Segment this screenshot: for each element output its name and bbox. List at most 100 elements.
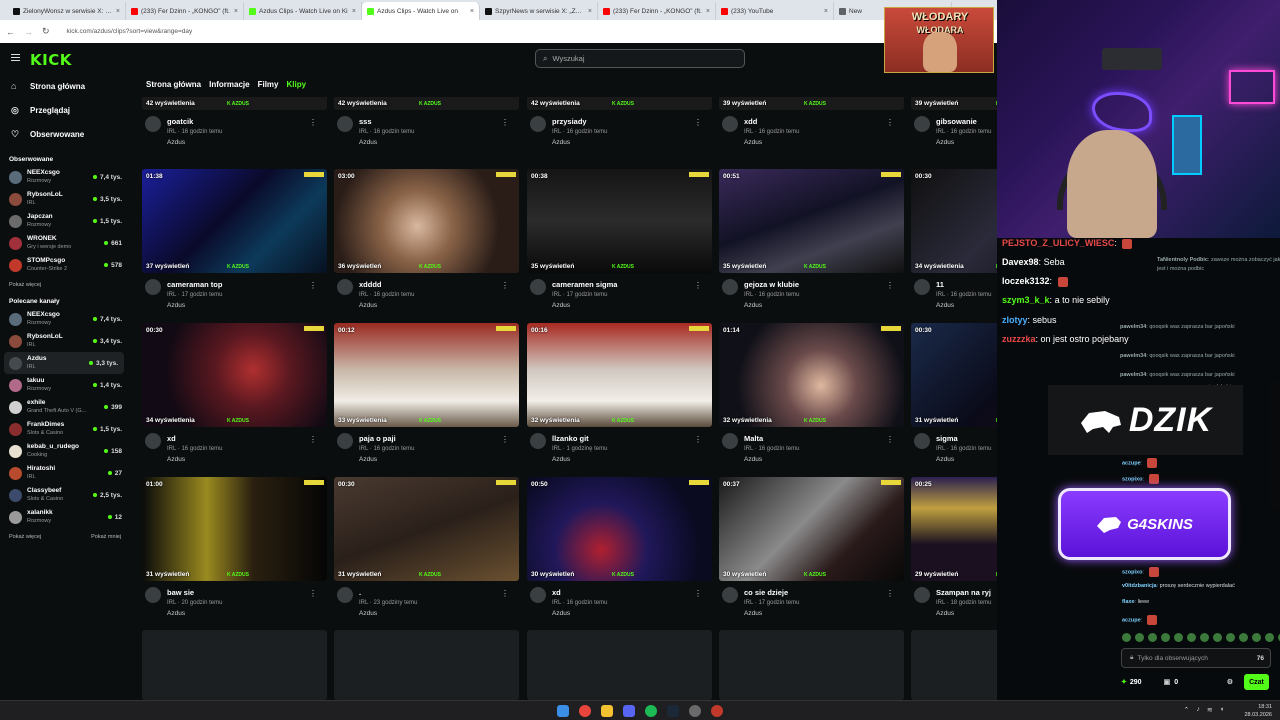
sidebar-nav-item[interactable]: ◎ Przeglądaj xyxy=(0,98,128,122)
clip-card[interactable]: 00:37 30 wyświetleń K AZDUS co sie dzieje IR… xyxy=(719,477,904,627)
more-options-icon[interactable]: ⋮ xyxy=(694,435,702,444)
show-more-link[interactable]: Pokaż więcej xyxy=(9,282,41,288)
more-options-icon[interactable]: ⋮ xyxy=(309,281,317,290)
more-options-icon[interactable]: ⋮ xyxy=(309,435,317,444)
clip-thumbnail[interactable]: 00:51 35 wyświetleń K AZDUS xyxy=(719,169,904,273)
clip-thumbnail[interactable]: 00:30 31 wyświetleń K AZDUS xyxy=(334,477,519,581)
clip-card[interactable]: 00:3034 wyświetleniaK AZDUS11IRL · 16 go… xyxy=(911,169,997,319)
clip-card[interactable]: 00:30 34 wyświetlenia K AZDUS xd IRL · 16 go… xyxy=(142,323,327,473)
clip-thumbnail[interactable]: 00:16 32 wyświetlenia K AZDUS xyxy=(527,323,712,427)
clip-thumbnail[interactable]: 42 wyświetlenia K AZDUS xyxy=(334,97,519,110)
reload-icon[interactable]: ↻ xyxy=(42,26,50,37)
sidebar-nav-item[interactable]: ♡ Obserwowane xyxy=(0,122,128,146)
clip-title[interactable]: sss xyxy=(359,117,372,126)
sidebar-channel[interactable]: FrankDimes Slots & Casino 1,5 tys. xyxy=(0,418,128,440)
clip-channel[interactable]: Azdus xyxy=(936,610,954,617)
show-less-link[interactable]: Pokaż mniej xyxy=(91,534,121,540)
forward-icon[interactable]: → xyxy=(24,27,33,37)
close-tab-icon[interactable]: × xyxy=(352,8,356,15)
clip-title[interactable]: Szampan na ryj xyxy=(936,588,991,597)
sidebar-channel[interactable]: xalanikk Rozmowy 12 xyxy=(0,506,128,528)
clip-channel[interactable]: Azdus xyxy=(167,456,185,463)
chat-input[interactable]: 🔒︎ Tylko dla obserwujących 76 xyxy=(1121,648,1271,668)
more-options-icon[interactable]: ⋮ xyxy=(886,118,894,127)
wifi-icon[interactable]: ≋ xyxy=(1207,706,1213,714)
close-tab-icon[interactable]: × xyxy=(470,8,474,15)
clip-card[interactable]: 00:30 31 wyświetleń K AZDUS. IRL · 23 godzi… xyxy=(334,477,519,627)
clip-channel[interactable]: Azdus xyxy=(552,610,570,617)
clip-channel[interactable]: Azdus xyxy=(552,302,570,309)
clip-thumbnail[interactable]: 01:38 37 wyświetleń K AZDUS xyxy=(142,169,327,273)
clip-channel[interactable]: Azdus xyxy=(167,302,185,309)
clip-title[interactable]: Malta xyxy=(744,434,763,443)
channel-tab[interactable]: Informacje xyxy=(209,80,249,89)
channel-tab[interactable]: Filmy xyxy=(258,80,279,89)
clip-card[interactable]: 00:2529 wyświetleńK AZDUSSzampan na ryjI… xyxy=(911,477,997,627)
sidebar-channel[interactable]: WRONEK Gry i wersje demo 661 xyxy=(0,232,128,254)
clip-channel[interactable]: Azdus xyxy=(936,456,954,463)
more-options-icon[interactable]: ⋮ xyxy=(309,118,317,127)
clip-thumbnail[interactable]: 00:50 30 wyświetleń K AZDUS xyxy=(527,477,712,581)
clip-title[interactable]: cameramen sigma xyxy=(552,280,617,289)
clip-thumbnail[interactable]: 03:00 36 wyświetleń K AZDUS xyxy=(334,169,519,273)
more-options-icon[interactable]: ⋮ xyxy=(501,589,509,598)
clip-title[interactable]: xdddd xyxy=(359,280,382,289)
clip-thumbnail[interactable]: 01:14 32 wyświetlenia K AZDUS xyxy=(719,323,904,427)
clip-card[interactable]: 00:16 32 wyświetlenia K AZDUS llzanko git IR… xyxy=(527,323,712,473)
sidebar-channel[interactable]: NEEXcsgo Rozmowy 7,4 tys. xyxy=(0,308,128,330)
browser-tab[interactable]: (233) Fer Dzinn - „KONGO” (ft. × xyxy=(598,2,716,20)
clip-channel[interactable]: Azdus xyxy=(359,302,377,309)
clip-card[interactable]: 00:12 33 wyświetlenia K AZDUS paja o paji IR… xyxy=(334,323,519,473)
browser-tab[interactable]: (233) YouTube × xyxy=(716,2,834,20)
clip-card[interactable]: 01:14 32 wyświetlenia K AZDUS Malta IRL · 16… xyxy=(719,323,904,473)
clip-title[interactable]: . xyxy=(359,588,361,597)
close-tab-icon[interactable]: × xyxy=(824,8,828,15)
clip-channel[interactable]: Azdus xyxy=(552,456,570,463)
more-options-icon[interactable]: ⋮ xyxy=(501,435,509,444)
clip-card[interactable]: 01:00 31 wyświetleń K AZDUS baw sie IRL · 20… xyxy=(142,477,327,627)
sidebar-channel[interactable]: Japczan Rozmowy 1,5 tys. xyxy=(0,210,128,232)
back-icon[interactable]: ← xyxy=(6,27,15,37)
search-input[interactable]: ⌕ Wyszukaj xyxy=(535,49,745,68)
more-options-icon[interactable]: ⋮ xyxy=(501,281,509,290)
clip-card[interactable]: 00:50 30 wyświetleń K AZDUS xd IRL · 16 godz… xyxy=(527,477,712,627)
emote-icon[interactable] xyxy=(1161,633,1170,642)
clip-channel[interactable]: Azdus xyxy=(744,610,762,617)
app-icon[interactable] xyxy=(711,705,723,717)
clip-channel[interactable]: Azdus xyxy=(359,610,377,617)
clip-thumbnail[interactable]: 00:12 33 wyświetlenia K AZDUS xyxy=(334,323,519,427)
emote-icon[interactable] xyxy=(1174,633,1183,642)
clip-channel[interactable]: Azdus xyxy=(359,139,377,146)
clip-thumbnail[interactable]: 39 wyświetleńK AZDUS xyxy=(911,97,997,110)
emote-icon[interactable] xyxy=(1239,633,1248,642)
windows-start-icon[interactable] xyxy=(557,705,569,717)
more-options-icon[interactable]: ⋮ xyxy=(886,435,894,444)
browser-tab[interactable]: SzpyrNews w serwisie X: „Zaup × xyxy=(480,2,598,20)
more-options-icon[interactable]: ⋮ xyxy=(501,118,509,127)
clip-title[interactable]: baw sie xyxy=(167,588,194,597)
clip-card[interactable]: 00:3031 wyświetleńK AZDUSsigmaIRL · 16 g… xyxy=(911,323,997,473)
channel-tab[interactable]: Strona główna xyxy=(146,80,201,89)
sidebar-channel[interactable]: kebab_u_rudego Cooking 158 xyxy=(0,440,128,462)
clip-thumbnail[interactable]: 00:2529 wyświetleńK AZDUS xyxy=(911,477,997,581)
clip-title[interactable]: sigma xyxy=(936,434,958,443)
volume-icon[interactable]: ◖ xyxy=(1220,706,1224,714)
clip-thumbnail[interactable]: 42 wyświetlenia K AZDUS xyxy=(527,97,712,110)
close-tab-icon[interactable]: × xyxy=(706,8,710,15)
taskbar-clock[interactable]: 18:31 28.03.2026 xyxy=(1244,703,1272,719)
sidebar-channel[interactable]: Azdus IRL 3,3 tys. xyxy=(4,352,124,374)
clip-channel[interactable]: Azdus xyxy=(359,456,377,463)
sidebar-channel[interactable]: Classybeef Slots & Casino 2,5 tys. xyxy=(0,484,128,506)
clip-thumbnail[interactable]: 01:00 31 wyświetleń K AZDUS xyxy=(142,477,327,581)
more-options-icon[interactable]: ⋮ xyxy=(694,118,702,127)
show-more-link-2[interactable]: Pokaż więcej xyxy=(9,534,41,540)
clip-channel[interactable]: Azdus xyxy=(744,302,762,309)
channel-tab[interactable]: Klipy xyxy=(287,80,307,89)
close-tab-icon[interactable]: × xyxy=(116,8,120,15)
clip-thumbnail[interactable]: 00:38 35 wyświetleń K AZDUS xyxy=(527,169,712,273)
clip-title[interactable]: gibsowanie xyxy=(936,117,977,126)
clip-title[interactable]: gejoza w klubie xyxy=(744,280,799,289)
chrome-icon[interactable] xyxy=(579,705,591,717)
clip-channel[interactable]: Azdus xyxy=(167,139,185,146)
clip-thumbnail[interactable]: 39 wyświetleńK AZDUS xyxy=(719,97,904,110)
